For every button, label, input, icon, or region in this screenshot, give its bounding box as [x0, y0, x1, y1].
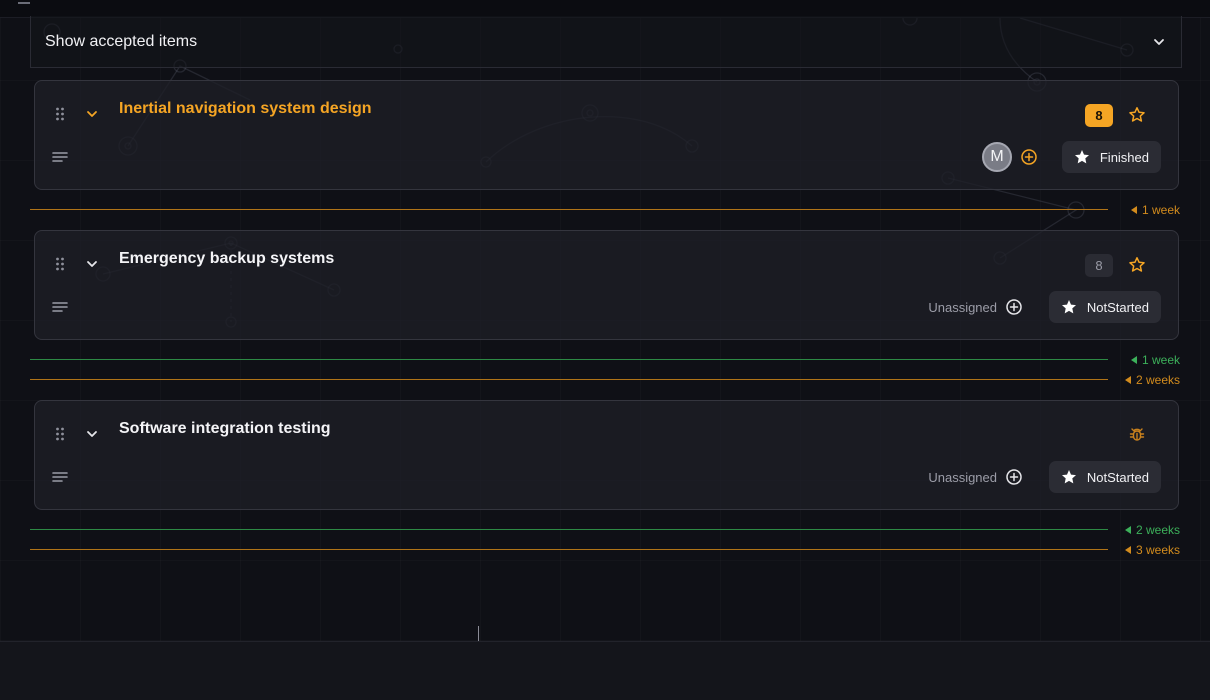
- marker-tag: 1 week: [1130, 203, 1180, 217]
- backlog-item-card[interactable]: Emergency backup systems 8 Unassigned No…: [34, 230, 1179, 340]
- marker-label: 1 week: [1141, 353, 1180, 367]
- marker-arrow-icon: [1124, 546, 1131, 554]
- chevron-down-icon[interactable]: [85, 427, 99, 441]
- marker-arrow-icon: [1124, 376, 1131, 384]
- chevron-down-icon[interactable]: [85, 257, 99, 271]
- story-points-badge[interactable]: 8: [1085, 104, 1113, 127]
- add-assignee-icon[interactable]: [1005, 298, 1023, 316]
- marker-line: [30, 529, 1108, 530]
- status-label: NotStarted: [1086, 299, 1149, 315]
- add-assignee-icon[interactable]: [1020, 148, 1038, 166]
- description-icon[interactable]: [52, 301, 68, 313]
- star-outline-icon[interactable]: [1128, 106, 1146, 124]
- resize-handle[interactable]: [478, 626, 479, 642]
- status-label: Finished: [1099, 149, 1149, 165]
- marker-tag: 1 week: [1130, 353, 1180, 367]
- star-outline-icon[interactable]: [1128, 256, 1146, 274]
- add-assignee-icon[interactable]: [1005, 468, 1023, 486]
- marker-tag: 3 weeks: [1124, 543, 1180, 557]
- bottom-panel: [0, 642, 1210, 700]
- marker-line: [30, 209, 1108, 210]
- timeline-marker: 2 weeks: [30, 373, 1180, 387]
- story-points-badge[interactable]: 8: [1085, 254, 1113, 277]
- unassigned-label: Unassigned: [928, 469, 997, 485]
- timeline-marker: 1 week: [30, 203, 1180, 217]
- chevron-down-icon: [1154, 38, 1164, 45]
- marker-label: 1 week: [1141, 203, 1180, 217]
- marker-arrow-icon: [1130, 356, 1137, 364]
- item-title[interactable]: Software integration testing: [119, 420, 331, 438]
- marker-line: [30, 379, 1108, 380]
- item-title[interactable]: Inertial navigation system design: [119, 100, 372, 118]
- status-label: NotStarted: [1086, 469, 1149, 485]
- marker-label: 2 weeks: [1135, 523, 1180, 537]
- app-root: Show accepted items Inertial navigation …: [0, 0, 1210, 700]
- drag-handle-icon[interactable]: [55, 427, 65, 441]
- bug-icon[interactable]: [1128, 426, 1146, 444]
- timeline-marker: 2 weeks: [30, 523, 1180, 537]
- description-icon[interactable]: [52, 471, 68, 483]
- item-title[interactable]: Emergency backup systems: [119, 250, 334, 268]
- accepted-items-dropdown[interactable]: Show accepted items: [30, 16, 1182, 68]
- marker-line: [30, 549, 1108, 550]
- status-button[interactable]: NotStarted: [1048, 461, 1161, 493]
- backlog-item-card[interactable]: Inertial navigation system design 8 M Fi…: [34, 80, 1179, 190]
- marker-label: 2 weeks: [1135, 373, 1180, 387]
- star-filled-icon: [1061, 300, 1076, 314]
- status-button[interactable]: NotStarted: [1048, 291, 1161, 323]
- star-filled-icon: [1074, 150, 1089, 164]
- assignee-group: Unassigned: [928, 462, 1023, 492]
- chevron-down-icon[interactable]: [85, 107, 99, 121]
- marker-line: [30, 359, 1108, 360]
- marker-arrow-icon: [1130, 206, 1137, 214]
- drag-handle-icon[interactable]: [55, 257, 65, 271]
- assignee-group: Unassigned: [928, 292, 1023, 322]
- menu-icon[interactable]: [18, 0, 30, 4]
- marker-label: 3 weeks: [1135, 543, 1180, 557]
- description-icon[interactable]: [52, 151, 68, 163]
- marker-tag: 2 weeks: [1124, 523, 1180, 537]
- timeline-marker: 1 week: [30, 353, 1180, 367]
- accepted-items-label: Show accepted items: [45, 32, 198, 50]
- marker-tag: 2 weeks: [1124, 373, 1180, 387]
- avatar[interactable]: M: [982, 142, 1012, 172]
- drag-handle-icon[interactable]: [55, 107, 65, 121]
- assignee-group: M: [982, 142, 1038, 172]
- backlog-item-card[interactable]: Software integration testing Unassigned: [34, 400, 1179, 510]
- unassigned-label: Unassigned: [928, 299, 997, 315]
- timeline-marker: 3 weeks: [30, 543, 1180, 557]
- status-button[interactable]: Finished: [1061, 141, 1161, 173]
- star-filled-icon: [1061, 470, 1076, 484]
- marker-arrow-icon: [1124, 526, 1131, 534]
